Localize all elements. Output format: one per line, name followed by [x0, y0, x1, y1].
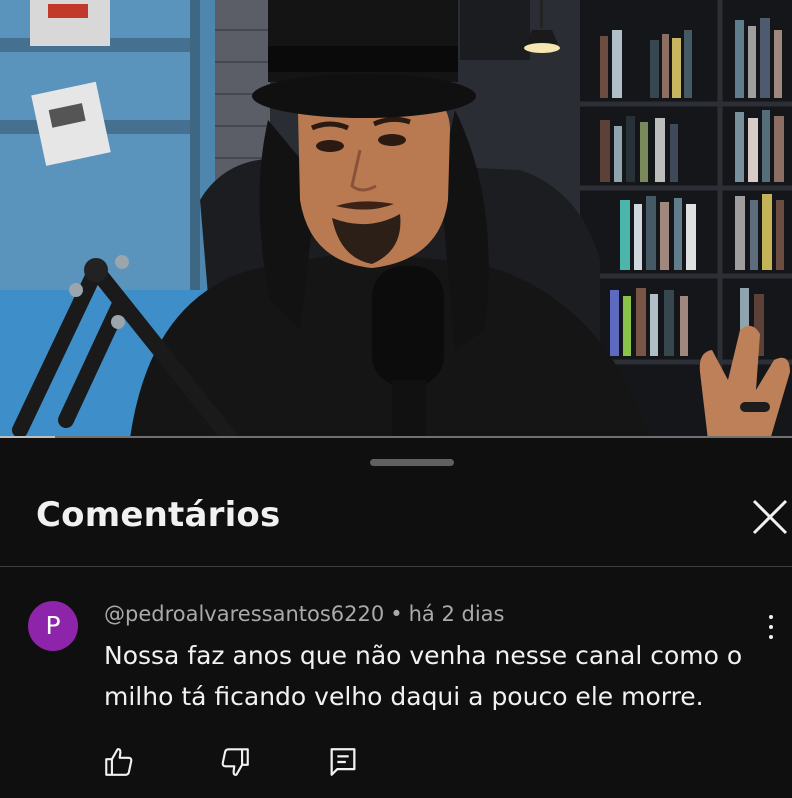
- thumb-up-icon: [105, 748, 133, 776]
- avatar[interactable]: P: [28, 601, 78, 651]
- comment-actions: [0, 745, 792, 789]
- meta-separator: •: [390, 602, 403, 626]
- dislike-button[interactable]: [218, 745, 258, 785]
- reply-icon: [330, 748, 356, 776]
- close-button[interactable]: [748, 495, 792, 539]
- like-button[interactable]: [102, 745, 142, 785]
- comments-panel: Comentários P @pedroalvaressantos6220 • há…: [0, 439, 792, 798]
- divider: [0, 566, 792, 567]
- reply-button[interactable]: [326, 745, 366, 785]
- video-player[interactable]: [0, 0, 792, 438]
- comment-author[interactable]: @pedroalvaressantos6220: [104, 602, 384, 626]
- comment-meta: @pedroalvaressantos6220 • há 2 dias: [104, 602, 504, 626]
- avatar-letter: P: [45, 611, 61, 640]
- drag-handle[interactable]: [370, 459, 454, 466]
- video-progress-bar[interactable]: [0, 436, 792, 438]
- panel-title: Comentários: [36, 495, 281, 535]
- comment-text: Nossa faz anos que não venha nesse canal…: [104, 641, 743, 711]
- thumb-down-icon: [221, 748, 249, 776]
- close-icon: [752, 499, 788, 535]
- comment-item: P @pedroalvaressantos6220 • há 2 dias Noss…: [0, 585, 792, 795]
- comment-time: há 2 dias: [408, 602, 505, 626]
- video-frame: [0, 0, 792, 438]
- video-progress-fill: [0, 436, 56, 438]
